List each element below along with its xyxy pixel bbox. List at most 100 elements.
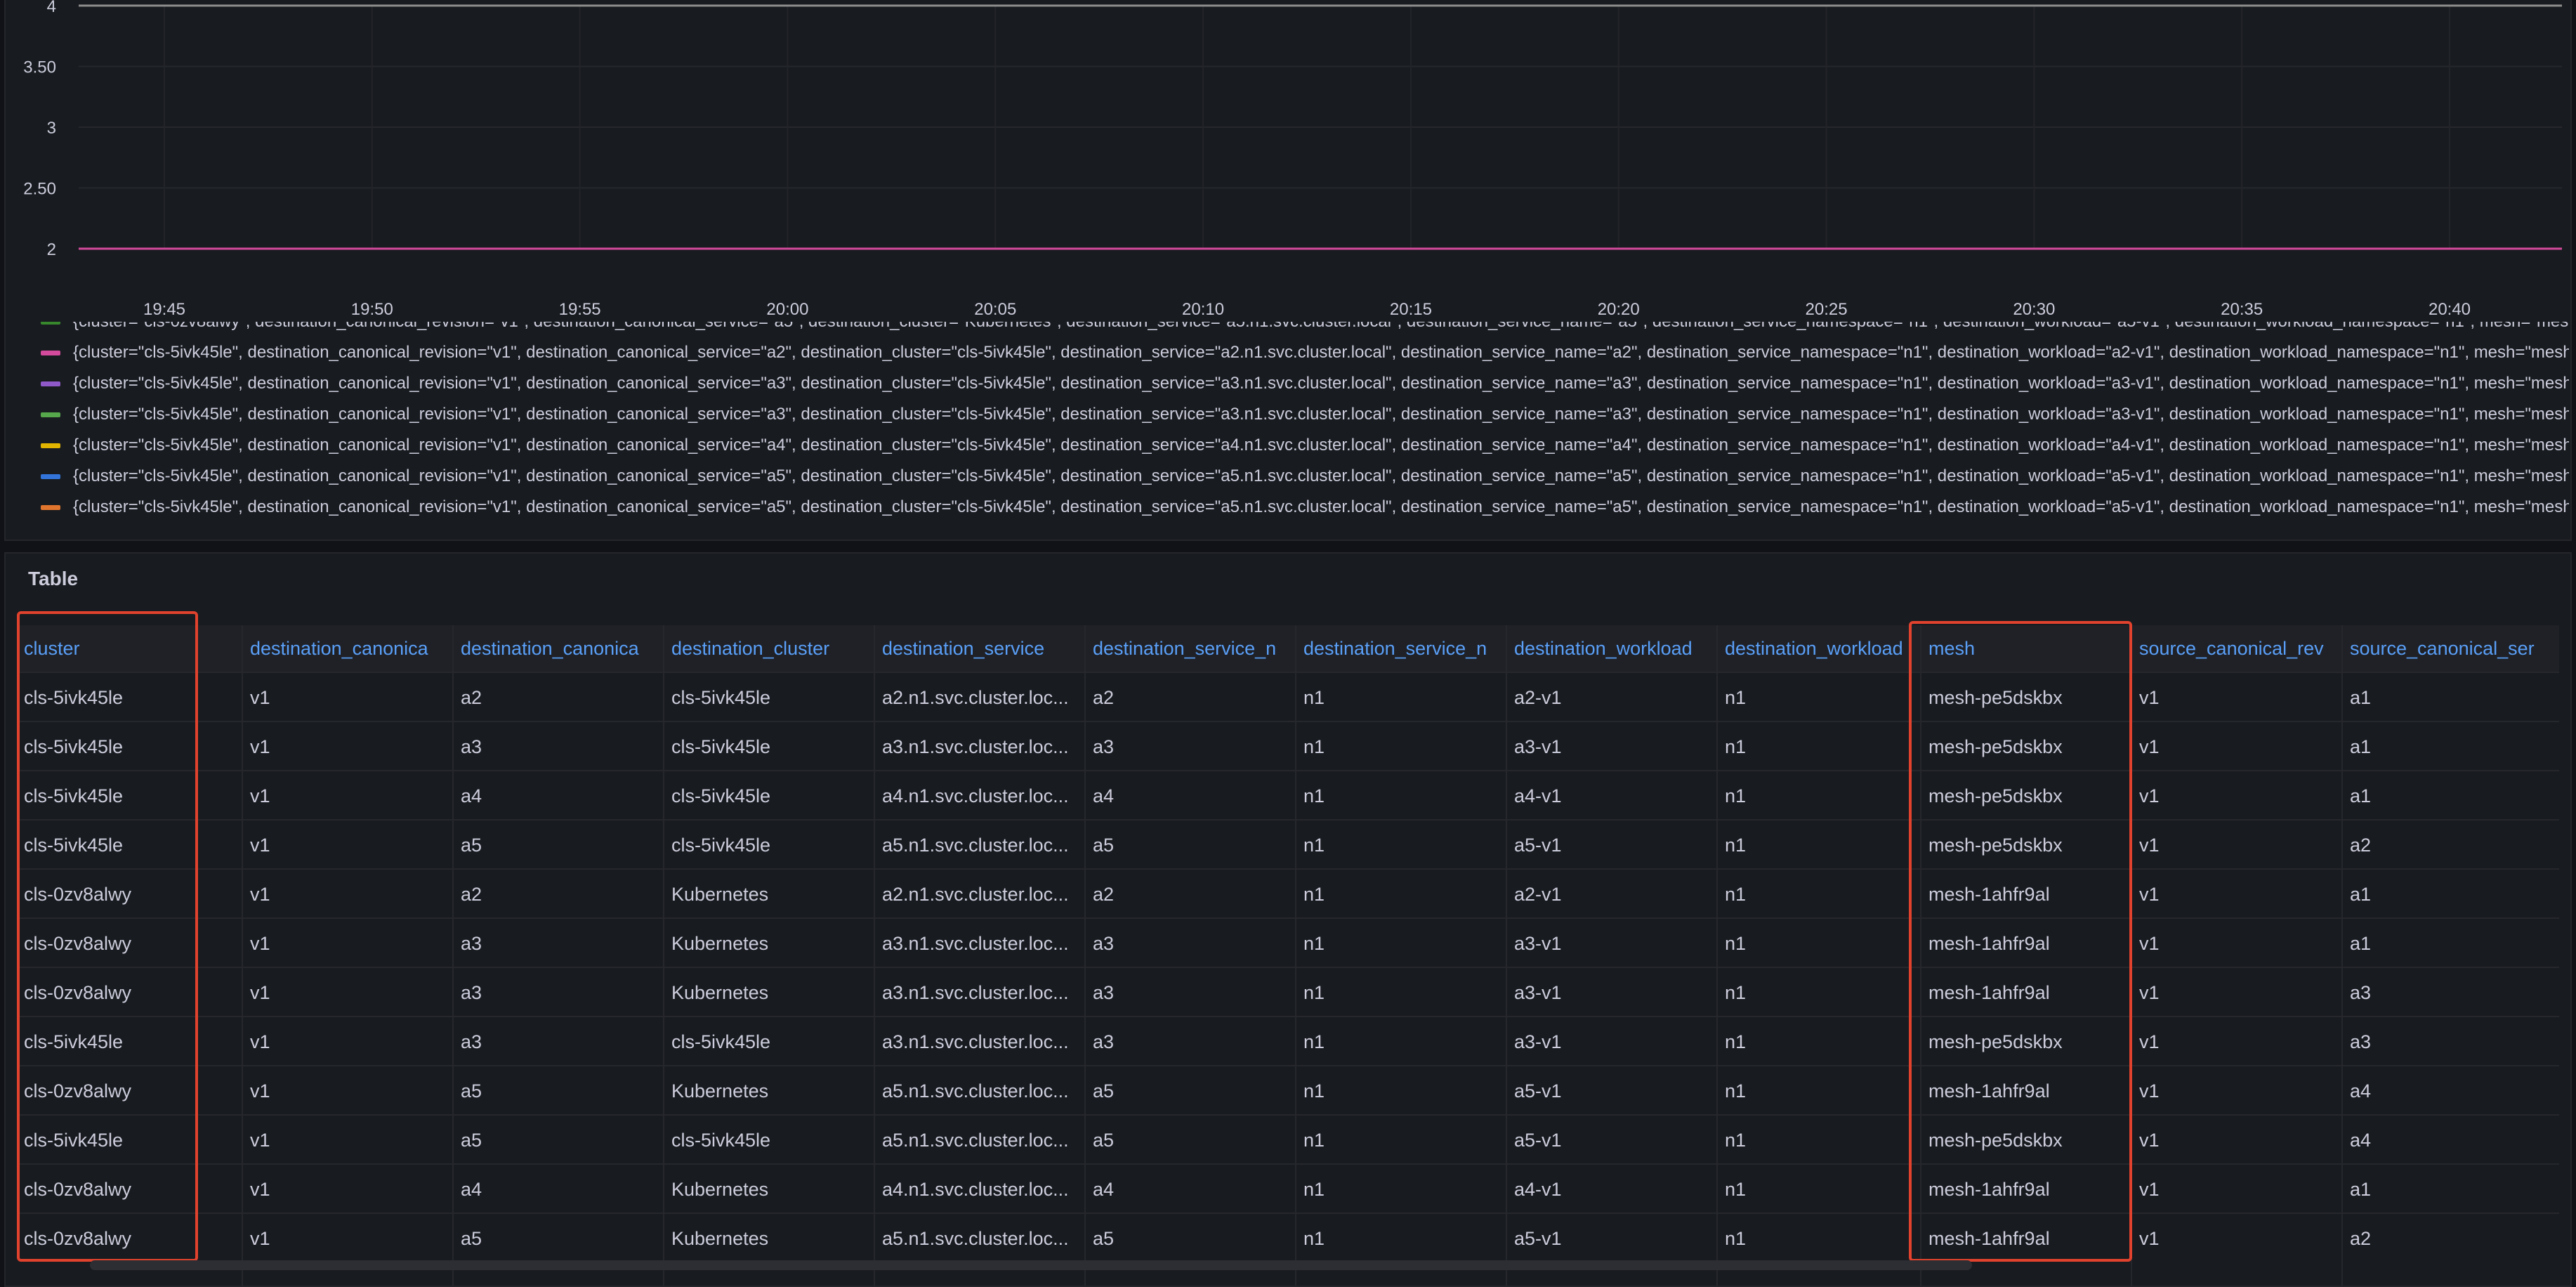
table-row: cls-5ivk45le v1 a4 cls-5ivk45le a4.n1.svc.cl… <box>17 770 2559 821</box>
legend-item[interactable]: {cluster="cls-0zv8alwy", destination_can… <box>41 322 2569 337</box>
table-row: cls-0zv8alwy v1 a5 Kubernetes a5.n1.svc.clus… <box>17 1213 2559 1263</box>
table-cell: n1 <box>1725 785 1747 806</box>
table-cell: v1 <box>2139 933 2160 954</box>
table-cell: a5-v1 <box>1514 835 1562 856</box>
column-header[interactable]: destination_service <box>875 625 1080 672</box>
table-cell: a1 <box>2350 933 2372 954</box>
table-cell: Kubernetes <box>671 1179 769 1200</box>
table-cell: v1 <box>250 1080 270 1102</box>
x-tick-label: 20:30 <box>2013 300 2055 319</box>
table-cell: a2-v1 <box>1514 884 1562 905</box>
legend-label: {cluster="cls-5ivk45le", destination_can… <box>73 374 2569 393</box>
table-cell: a3-v1 <box>1514 736 1562 757</box>
table-cell: v1 <box>2139 1080 2160 1102</box>
table-cell: cls-0zv8alwy <box>24 884 132 905</box>
table-row: cls-0zv8alwy v1 a4 Kubernetes a4.n1.svc.clus… <box>17 1163 2559 1214</box>
legend-item[interactable]: {cluster="cls-5ivk45le", destination_can… <box>41 430 2569 461</box>
table-cell: Kubernetes <box>671 884 769 905</box>
table-cell: v1 <box>250 736 270 757</box>
table-cell: n1 <box>1303 835 1325 856</box>
table-cell: n1 <box>1725 835 1747 856</box>
column-header[interactable]: source_canonical_rev <box>2132 625 2337 672</box>
table-cell: n1 <box>1303 1179 1325 1200</box>
table-cell: cls-5ivk45le <box>24 687 124 708</box>
table-cell: a3 <box>461 1031 482 1052</box>
x-tick-label: 19:50 <box>351 300 393 319</box>
column-header[interactable]: destination_workload <box>1507 625 1712 672</box>
data-table: cluster destination_canonica destination_c… <box>17 625 2559 1286</box>
column-header[interactable]: cluster <box>17 625 237 672</box>
column-header[interactable]: source_canonical_ser <box>2343 625 2548 672</box>
column-header[interactable]: destination_canonica <box>454 625 659 672</box>
legend-label: {cluster="cls-5ivk45le", destination_can… <box>73 405 2569 424</box>
table-cell: cls-0zv8alwy <box>24 1179 132 1200</box>
table-cell: a3-v1 <box>1514 982 1562 1003</box>
table-cell: a2 <box>2350 835 2372 856</box>
table-cell: a5-v1 <box>1514 1130 1562 1151</box>
table-cell: n1 <box>1725 736 1747 757</box>
table-cell: n1 <box>1725 1080 1747 1102</box>
table-row: cls-0zv8alwy v1 a2 Kubernetes a2.n1.svc.clus… <box>17 868 2559 919</box>
column-header[interactable]: destination_cluster <box>664 625 869 672</box>
data-point <box>1202 4 1204 7</box>
table-cell: n1 <box>1725 1228 1747 1249</box>
table-cell: n1 <box>1725 1179 1747 1200</box>
column-header[interactable]: destination_service_n <box>1086 625 1291 672</box>
table-cell: a1 <box>2350 736 2372 757</box>
table-cell: a5 <box>1093 835 1115 856</box>
legend-item[interactable]: {cluster="cls-5ivk45le", destination_can… <box>41 399 2569 430</box>
table-cell: a1 <box>2350 884 2372 905</box>
legend-item[interactable]: {cluster="cls-5ivk45le", destination_can… <box>41 492 2569 523</box>
column-header[interactable]: destination_service_n <box>1296 625 1501 672</box>
table-cell: cls-0zv8alwy <box>24 933 132 954</box>
table-cell: a4 <box>1093 1179 1115 1200</box>
table-cell: a1 <box>2350 785 2372 806</box>
table-cell: a5 <box>1093 1080 1115 1102</box>
table-cell: n1 <box>1303 1130 1325 1151</box>
table-cell: mesh-pe5dskbx <box>1928 1130 2063 1151</box>
table-cell: n1 <box>1303 1080 1325 1102</box>
table-cell: mesh-1ahfr9al <box>1928 1228 2050 1249</box>
y-tick-label: 2.50 <box>23 180 56 199</box>
table-cell: n1 <box>1725 1130 1747 1151</box>
legend-color-swatch <box>41 412 60 418</box>
x-tick-label: 19:55 <box>559 300 601 319</box>
legend-color-swatch <box>41 381 60 387</box>
table-cell: v1 <box>250 785 270 806</box>
column-header[interactable]: destination_workload <box>1718 625 1916 672</box>
x-tick-label: 20:25 <box>1806 300 1848 319</box>
legend-item[interactable]: {cluster="cls-5ivk45le", destination_can… <box>41 461 2569 492</box>
table-cell: Kubernetes <box>671 982 769 1003</box>
data-point <box>2448 247 2451 250</box>
data-point <box>994 247 997 250</box>
table-cell: Kubernetes <box>671 933 769 954</box>
timeseries-panel: 4 3.50 3 2.50 2 19:45 19:50 19:55 20:00 20:05 20:1… <box>4 0 2572 541</box>
table-cell: a2.n1.svc.cluster.loc... <box>882 884 1069 905</box>
table-cell: mesh-pe5dskbx <box>1928 835 2063 856</box>
table-cell: n1 <box>1303 736 1325 757</box>
column-header[interactable]: destination_canonica <box>243 625 448 672</box>
table-cell: mesh-1ahfr9al <box>1928 1080 2050 1102</box>
table-cell: cls-5ivk45le <box>671 687 771 708</box>
table-cell: a4-v1 <box>1514 785 1562 806</box>
legend-color-swatch <box>41 322 60 325</box>
table-cell: n1 <box>1725 884 1747 905</box>
table-cell: n1 <box>1725 982 1747 1003</box>
table-cell: v1 <box>250 982 270 1003</box>
legend-color-swatch <box>41 474 60 480</box>
table-cell: cls-5ivk45le <box>24 785 124 806</box>
table-cell: cls-0zv8alwy <box>24 1228 132 1249</box>
column-header[interactable]: mesh <box>1921 625 2127 672</box>
table-cell: n1 <box>1725 933 1747 954</box>
legend-item[interactable]: {cluster="cls-5ivk45le", destination_can… <box>41 368 2569 399</box>
table-cell: mesh-1ahfr9al <box>1928 933 2050 954</box>
table-cell: a1 <box>2350 687 2372 708</box>
table-cell: cls-5ivk45le <box>24 736 124 757</box>
legend-item[interactable]: {cluster="cls-5ivk45le", destination_can… <box>41 337 2569 368</box>
x-tick-label: 20:35 <box>2221 300 2263 319</box>
table-cell: cls-5ivk45le <box>671 785 771 806</box>
horizontal-scrollbar[interactable] <box>90 1260 1972 1270</box>
table-cell: a4 <box>461 1179 482 1200</box>
table-header: cluster destination_canonica destination_c… <box>17 625 2559 672</box>
data-point <box>1825 4 1828 7</box>
